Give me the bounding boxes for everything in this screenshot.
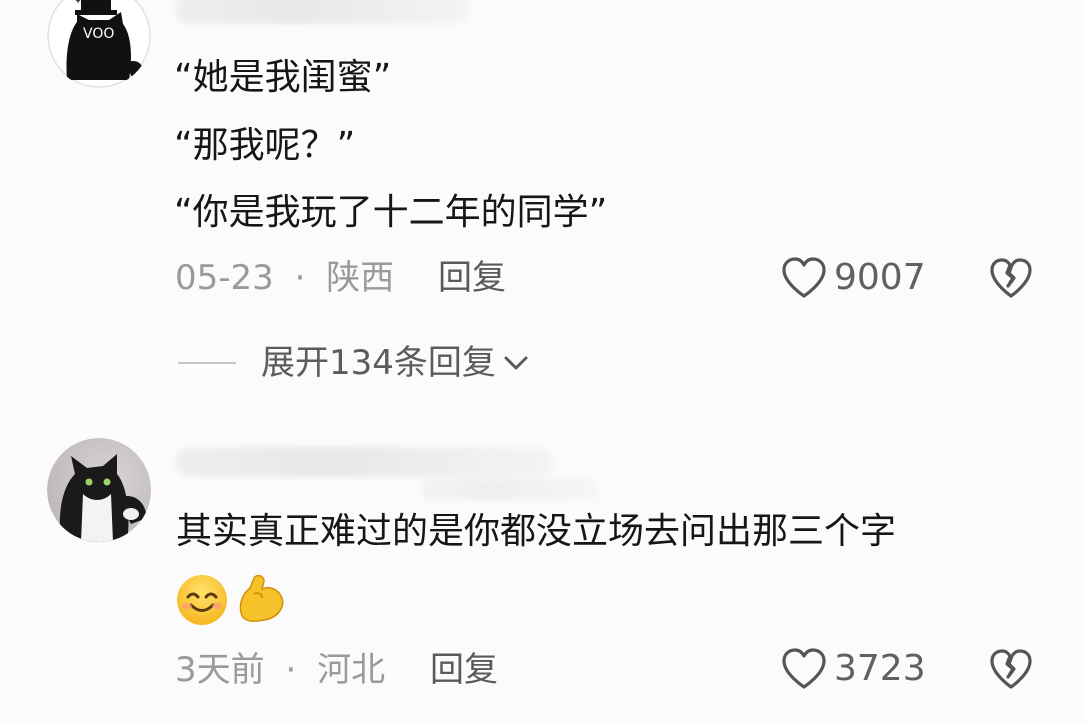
comment-list: VOO ✦ ✲ “她是我闺蜜” “那我呢？” “你是我玩了十二年的同学” 05-… <box>0 0 1085 723</box>
like-count: 3723 <box>834 648 926 689</box>
heart-icon <box>780 647 828 691</box>
reply-button[interactable]: 回复 <box>438 258 506 298</box>
divider-line <box>178 362 236 364</box>
svg-text:✲: ✲ <box>121 0 131 1</box>
comment-date: 3天前 <box>175 650 265 690</box>
avatar[interactable]: VOO ✦ ✲ <box>47 0 151 88</box>
avatar[interactable] <box>47 438 151 542</box>
svg-text:✦: ✦ <box>73 0 83 7</box>
smiling-face-icon <box>174 572 230 628</box>
reply-button[interactable]: 回复 <box>430 650 498 690</box>
username-redacted <box>175 447 555 477</box>
expand-replies-label: 展开134条回复 <box>261 343 496 383</box>
comment-text-line: “你是我玩了十二年的同学” <box>174 192 608 233</box>
like-count: 9007 <box>834 257 926 298</box>
flexed-biceps-icon <box>232 572 288 628</box>
comment-date: 05-23 <box>175 258 274 298</box>
comment-meta: 05-23 · 陕西 <box>175 258 394 298</box>
comment-meta: 3天前 · 河北 <box>175 650 385 690</box>
comment-location: 河北 <box>317 650 386 690</box>
emoji-row <box>174 572 288 628</box>
meta-separator: · <box>294 258 306 298</box>
comment-text-line: “那我呢？” <box>174 125 356 166</box>
like-button[interactable]: 9007 <box>780 256 926 300</box>
broken-heart-icon[interactable] <box>988 648 1034 690</box>
comment-location: 陕西 <box>326 258 395 298</box>
heart-icon <box>780 256 828 300</box>
expand-replies-button[interactable]: 展开134条回复 <box>178 343 530 383</box>
comment-text-line: 其实真正难过的是你都没立场去问出那三个字 <box>176 511 897 552</box>
chevron-down-icon <box>502 353 530 373</box>
like-button[interactable]: 3723 <box>780 647 926 691</box>
username-redacted <box>175 0 470 24</box>
broken-heart-icon[interactable] <box>988 257 1034 299</box>
svg-text:VOO: VOO <box>83 26 114 42</box>
meta-separator: · <box>285 650 297 690</box>
comment-text-line: “她是我闺蜜” <box>174 57 392 98</box>
username-redacted <box>420 478 600 500</box>
